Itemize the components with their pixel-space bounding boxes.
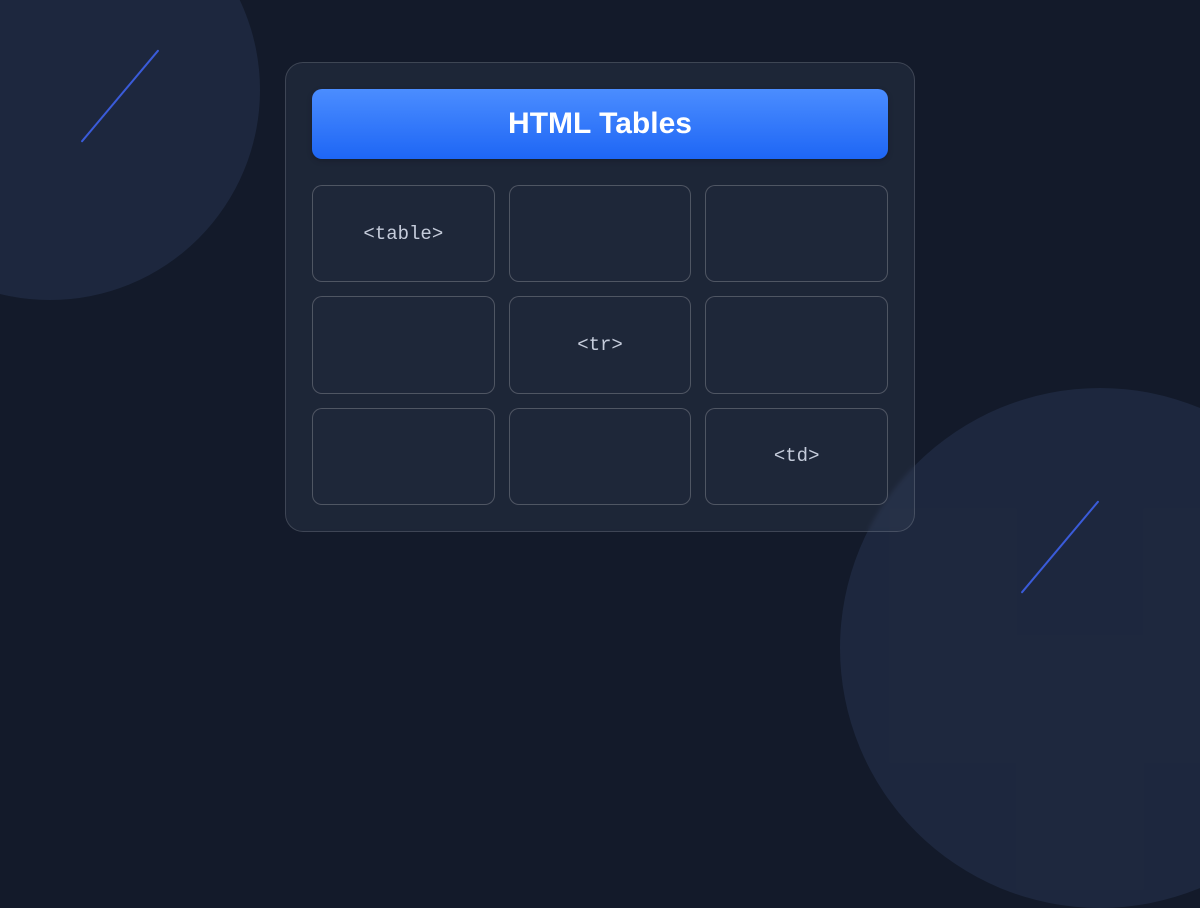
grid-cell: <table> (312, 185, 495, 282)
tags-grid: <table> <tr> <td> (312, 185, 888, 505)
grid-cell (312, 408, 495, 505)
grid-cell: <tr> (509, 296, 692, 393)
main-card: HTML Tables <table> <tr> <td> (285, 62, 915, 532)
grid-cell (509, 185, 692, 282)
title-text: HTML Tables (508, 107, 692, 141)
grid-cell (509, 408, 692, 505)
decorative-circle (0, 0, 260, 300)
cell-label: <table> (363, 223, 443, 245)
grid-cell (705, 296, 888, 393)
title-banner: HTML Tables (312, 89, 888, 159)
grid-cell: <td> (705, 408, 888, 505)
cell-label: <td> (774, 445, 820, 467)
grid-cell (312, 296, 495, 393)
grid-cell (705, 185, 888, 282)
cell-label: <tr> (577, 334, 623, 356)
